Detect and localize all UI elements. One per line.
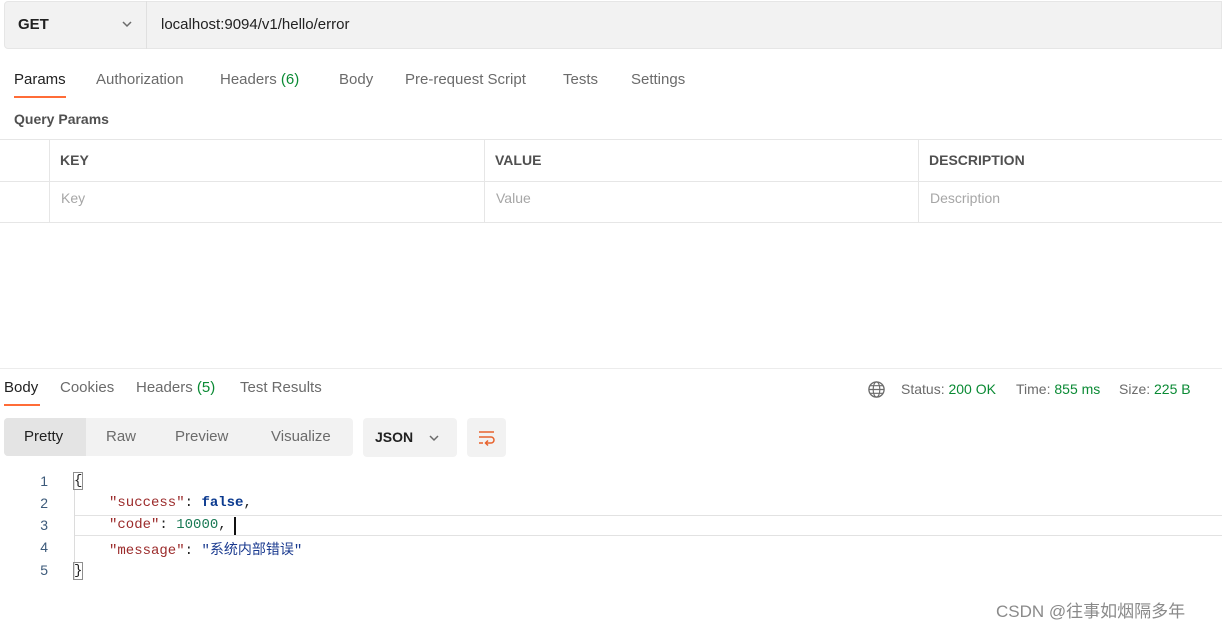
size-value: 225 B <box>1154 381 1191 397</box>
json-close-brace: } <box>73 562 84 580</box>
line-number: 4 <box>40 539 48 555</box>
active-tab-indicator <box>14 96 66 98</box>
json-key: "success" <box>109 495 185 511</box>
pane-divider <box>0 368 1222 369</box>
column-divider <box>918 140 919 222</box>
time-readout: Time: 855 ms <box>1016 381 1100 397</box>
time-label: Time: <box>1016 381 1051 397</box>
line-number: 2 <box>40 495 48 511</box>
status-readout: Status: 200 OK <box>901 381 996 397</box>
column-header-value: VALUE <box>495 152 542 168</box>
status-label: Status: <box>901 381 945 397</box>
tab-headers-label: Headers <box>220 71 277 88</box>
wrap-lines-icon <box>479 431 495 447</box>
watermark: CSDN @往事如烟隔多年 <box>996 602 1186 621</box>
value-input[interactable]: Value <box>496 190 531 206</box>
json-colon: : <box>184 495 202 511</box>
view-mode-visualize[interactable]: Visualize <box>271 428 331 445</box>
current-line-highlight <box>74 515 1222 536</box>
json-value: false <box>201 495 244 511</box>
json-colon: : <box>159 517 177 533</box>
method-label: GET <box>18 16 49 33</box>
json-line-code: "code": 10000, <box>109 517 227 533</box>
json-open-brace: { <box>73 472 84 490</box>
size-readout: Size: 225 B <box>1119 381 1191 397</box>
json-line-success: "success": false, <box>109 495 252 511</box>
response-tab-headers-label: Headers <box>136 379 193 396</box>
json-key: "code" <box>109 517 160 533</box>
key-input[interactable]: Key <box>61 190 85 206</box>
tab-headers-count: (6) <box>280 71 300 88</box>
json-key: "message" <box>109 543 185 559</box>
column-header-description: DESCRIPTION <box>929 152 1025 168</box>
json-value: 10000 <box>176 517 219 533</box>
text-caret <box>234 517 236 535</box>
view-mode-raw[interactable]: Raw <box>106 428 136 445</box>
view-mode-preview[interactable]: Preview <box>175 428 228 445</box>
response-tab-cookies[interactable]: Cookies <box>60 379 114 396</box>
table-divider <box>0 222 1222 223</box>
time-value: 855 ms <box>1054 381 1101 397</box>
response-tab-headers[interactable]: Headers (5) <box>136 379 215 396</box>
globe-icon[interactable] <box>867 380 886 399</box>
table-divider <box>0 139 1222 140</box>
json-colon: : <box>184 543 202 559</box>
table-divider <box>0 181 1222 182</box>
response-tab-headers-count: (5) <box>196 379 216 396</box>
json-comma: , <box>243 495 252 511</box>
column-divider <box>484 140 485 222</box>
line-number: 3 <box>40 517 48 533</box>
tab-body[interactable]: Body <box>339 71 373 88</box>
tab-params[interactable]: Params <box>14 71 66 88</box>
chevron-down-icon <box>122 21 132 28</box>
column-header-key: KEY <box>60 152 89 168</box>
description-input[interactable]: Description <box>930 190 1000 206</box>
tab-headers[interactable]: Headers (6) <box>220 71 299 88</box>
tab-settings[interactable]: Settings <box>631 71 685 88</box>
tab-pre-request-script[interactable]: Pre-request Script <box>405 71 526 88</box>
line-number: 5 <box>40 562 48 578</box>
view-mode-pretty[interactable]: Pretty <box>24 428 63 445</box>
query-params-title: Query Params <box>14 111 109 127</box>
json-comma: , <box>218 517 227 533</box>
json-value: "系统内部错误" <box>201 543 303 559</box>
chevron-down-icon <box>429 435 439 442</box>
response-tab-body[interactable]: Body <box>4 379 38 396</box>
size-label: Size: <box>1119 381 1151 397</box>
line-number: 1 <box>40 473 48 489</box>
tab-tests[interactable]: Tests <box>563 71 598 88</box>
response-tab-test-results[interactable]: Test Results <box>240 379 322 396</box>
column-divider <box>49 140 50 222</box>
tab-authorization[interactable]: Authorization <box>96 71 184 88</box>
active-response-tab-indicator <box>4 404 40 406</box>
json-line-message: "message": "系统内部错误" <box>109 539 302 559</box>
format-label: JSON <box>375 429 414 445</box>
url-input[interactable]: localhost:9094/v1/hello/error <box>161 16 349 33</box>
status-value: 200 OK <box>948 381 996 397</box>
